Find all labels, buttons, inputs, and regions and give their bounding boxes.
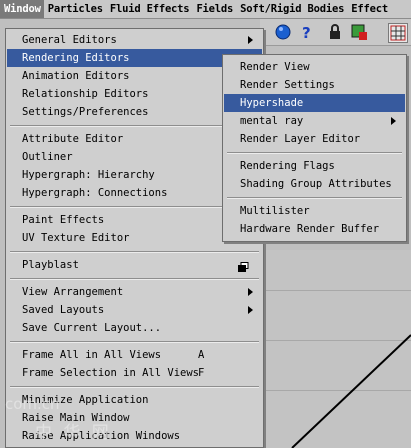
- menubar-effect[interactable]: Effect: [347, 0, 391, 18]
- menu-item-shortcut: F: [198, 367, 205, 379]
- menu-item-save-current-layout[interactable]: Save Current Layout...: [7, 319, 262, 337]
- menu-item-label: Hypergraph: Connections: [22, 187, 168, 199]
- menu-item-render-settings[interactable]: Render Settings: [224, 76, 405, 94]
- grid-icon[interactable]: [388, 23, 408, 43]
- menu-item-hardware-render-buffer[interactable]: Hardware Render Buffer: [224, 220, 405, 238]
- menu-item-label: Playblast: [22, 259, 79, 271]
- menu-item-label: Settings/Preferences: [22, 106, 149, 118]
- menu-separator: [10, 277, 259, 280]
- menubar-soft-rigid-bodies[interactable]: Soft/Rigid Bodies: [236, 0, 347, 18]
- submenu-arrow-icon: [248, 288, 253, 296]
- menu-item-view-arrangement[interactable]: View Arrangement: [7, 283, 262, 301]
- menu-item-render-layer-editor[interactable]: Render Layer Editor: [224, 130, 405, 148]
- menu-item-label: Paint Effects: [22, 214, 105, 226]
- menu-item-label: Hypershade: [240, 97, 304, 109]
- menu-item-hypershade[interactable]: Hypershade: [224, 94, 405, 112]
- menu-item-label: Hardware Render Buffer: [240, 223, 380, 235]
- menu-item-saved-layouts[interactable]: Saved Layouts: [7, 301, 262, 319]
- watermark-site: 中 华 网: [35, 423, 112, 443]
- menu-item-label: View Arrangement: [22, 286, 124, 298]
- menu-item-rendering-flags[interactable]: Rendering Flags: [224, 157, 405, 175]
- svg-text:?: ?: [302, 24, 311, 40]
- menu-item-frame-all-in-all-views[interactable]: Frame All in All Views A: [7, 346, 262, 364]
- lock-icon[interactable]: [326, 23, 344, 41]
- sphere-icon[interactable]: [274, 23, 292, 41]
- menu-item-shortcut: A: [198, 349, 205, 361]
- menu-separator: [227, 196, 402, 199]
- menubar-window[interactable]: Window: [0, 0, 44, 18]
- menu-item-general-editors[interactable]: General Editors: [7, 31, 262, 49]
- menu-item-frame-selection-in-all-views[interactable]: Frame Selection in All Views F: [7, 364, 262, 382]
- menu-item-label: Frame Selection in All Views: [22, 367, 200, 379]
- submenu-arrow-icon: [248, 306, 253, 314]
- menu-item-label: Rendering Flags: [240, 160, 335, 172]
- menu-item-label: Render View: [240, 61, 310, 73]
- menu-item-label: General Editors: [22, 34, 117, 46]
- help-icon[interactable]: ?: [298, 23, 316, 41]
- menubar-particles[interactable]: Particles: [44, 0, 106, 18]
- menu-item-label: Frame All in All Views: [22, 349, 162, 361]
- 3d-viewport[interactable]: [262, 250, 411, 448]
- menu-item-label: Outliner: [22, 151, 73, 163]
- menu-item-multilister[interactable]: Multilister: [224, 202, 405, 220]
- menu-item-label: Save Current Layout...: [22, 322, 162, 334]
- menu-separator: [227, 151, 402, 154]
- rendering-editors-submenu: Render View Render Settings Hypershade ment…: [222, 54, 407, 242]
- menu-item-render-view[interactable]: Render View: [224, 58, 405, 76]
- menubar-fields[interactable]: Fields: [192, 0, 236, 18]
- grid-axis: [291, 334, 411, 448]
- watermark-url: com.cn: [5, 395, 60, 413]
- menu-item-shading-group-attributes[interactable]: Shading Group Attributes: [224, 175, 405, 193]
- menu-item-label: Shading Group Attributes: [240, 178, 392, 190]
- shelf-toolbar: ?: [260, 19, 411, 46]
- menu-item-label: Animation Editors: [22, 70, 130, 82]
- menu-item-label: Saved Layouts: [22, 304, 105, 316]
- menubar-fluid-effects[interactable]: Fluid Effects: [106, 0, 193, 18]
- menu-bar: Window Particles Fluid Effects Fields Soft/R…: [0, 0, 411, 19]
- option-box-icon[interactable]: [238, 260, 249, 278]
- menu-item-label: Attribute Editor: [22, 133, 124, 145]
- menu-item-label: Render Layer Editor: [240, 133, 361, 145]
- menu-item-label: Hypergraph: Hierarchy: [22, 169, 155, 181]
- menu-item-playblast[interactable]: Playblast: [7, 256, 262, 274]
- menu-separator: [10, 385, 259, 388]
- submenu-arrow-icon: [248, 36, 253, 44]
- menu-separator: [10, 250, 259, 253]
- menu-item-label: Rendering Editors: [22, 52, 130, 64]
- menu-item-label: UV Texture Editor: [22, 232, 130, 244]
- menu-item-label: Relationship Editors: [22, 88, 149, 100]
- select-icon[interactable]: [350, 23, 368, 41]
- menu-item-label: Render Settings: [240, 79, 335, 91]
- menu-item-label: mental ray: [240, 115, 304, 127]
- menu-item-label: Multilister: [240, 205, 310, 217]
- menu-item-mental-ray[interactable]: mental ray: [224, 112, 405, 130]
- submenu-arrow-icon: [391, 117, 396, 125]
- menu-separator: [10, 340, 259, 343]
